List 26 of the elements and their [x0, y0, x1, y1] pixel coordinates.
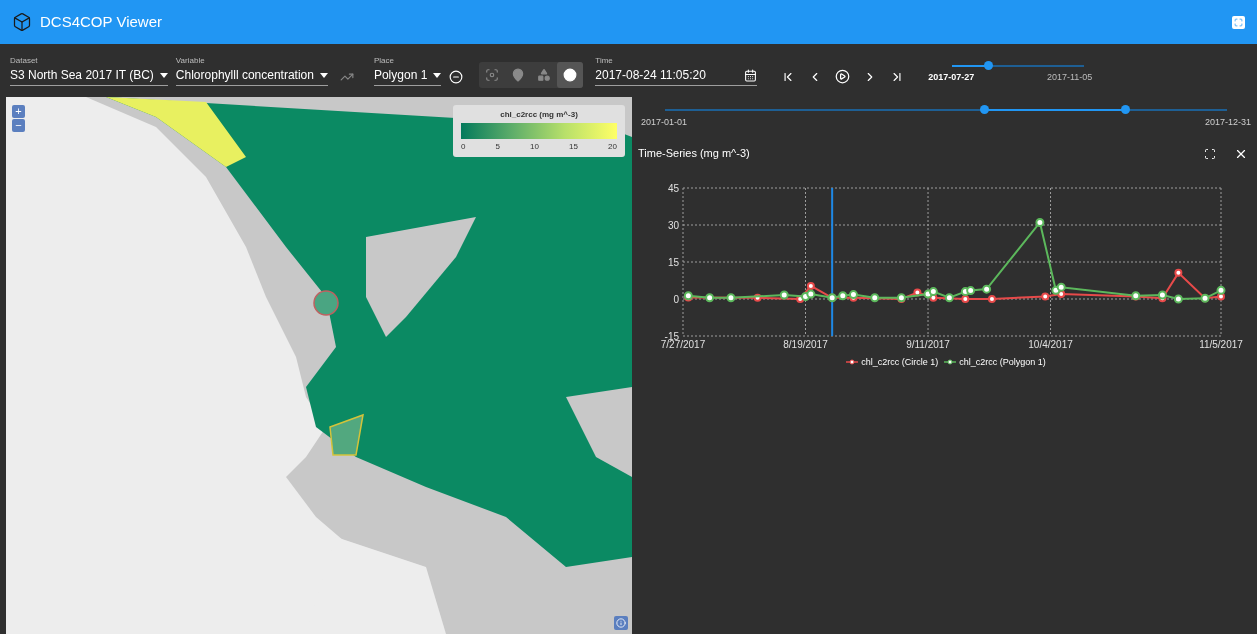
- field-label: Place: [373, 55, 395, 66]
- legend-label: chl_c2rcc (Polygon 1): [959, 355, 1046, 369]
- legend-tick-label: 5: [495, 141, 500, 153]
- field-label: Variable: [175, 55, 206, 66]
- slider-start-label: 2017-07-27: [928, 70, 975, 84]
- field-label: Dataset: [10, 55, 39, 66]
- legend-label: chl_c2rcc (Circle 1): [861, 355, 939, 369]
- legend-tick-label: 15: [569, 141, 578, 153]
- y-tick-label: 45: [667, 182, 679, 194]
- y-tick-label: 0: [673, 293, 679, 305]
- app-title: DCS4COP Viewer: [40, 11, 162, 32]
- x-tick-label: 11/5/2017: [1199, 338, 1243, 350]
- panel-title: Time-Series (mg m^-3): [638, 146, 751, 162]
- slider-end-label: 2017-11-05: [1046, 70, 1093, 84]
- x-tick-label: 9/11/2017: [906, 338, 950, 350]
- y-tick-label: 15: [667, 256, 679, 268]
- x-tick-label: 10/4/2017: [1028, 338, 1073, 350]
- range-end-label: 2017-12-31: [1204, 116, 1251, 129]
- legend-title: chl_c2rcc (mg m^-3): [499, 109, 579, 121]
- y-tick-label: 30: [667, 219, 679, 231]
- field-label: Time: [595, 55, 614, 66]
- x-tick-label: 8/19/2017: [783, 338, 828, 350]
- legend-tick-label: 0: [461, 141, 466, 153]
- range-start-label: 2017-01-01: [641, 116, 688, 129]
- legend-tick-label: 20: [608, 141, 617, 153]
- legend-tick-label: 10: [530, 141, 539, 153]
